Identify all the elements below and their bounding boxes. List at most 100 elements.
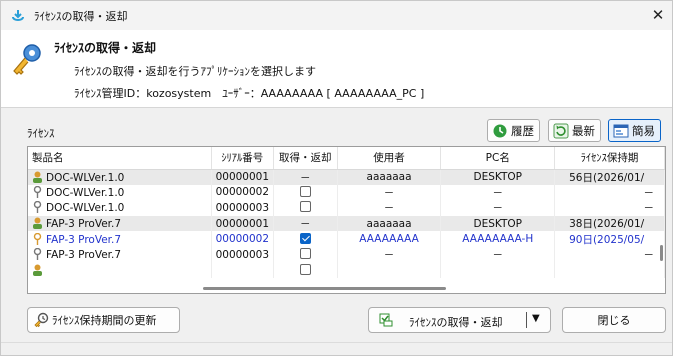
simple-view-button[interactable]: 簡易 [608,119,661,142]
serial-cell: 00000003 [211,246,274,263]
product-cell: FAP-3 ProVer.7 [28,215,212,232]
serial-cell: 00000001 [211,169,274,185]
action-cell[interactable] [273,262,338,279]
pc-cell: AAAAAAAA-H [440,231,556,247]
table-row[interactable]: DOC-WLVer.1.0 00000002 － － － [28,184,665,201]
action-cell[interactable] [273,184,338,201]
pc-cell: DESKTOP [440,215,556,232]
license-section-label: ﾗｲｾﾝｽ [27,127,55,140]
product-name: DOC-WLVer.1.0 [46,171,125,184]
product-cell: DOC-WLVer.1.0 [28,184,212,201]
product-name: FAP-3 ProVer.7 [46,233,122,246]
product-cell: FAP-3 ProVer.7 [28,246,212,263]
serial-cell: 00000002 [211,231,274,247]
pc-cell [440,262,556,279]
user-cell: － [337,184,442,201]
column-header-retention[interactable]: ﾗｲｾﾝｽ保持期 [554,147,665,170]
person-icon [33,171,42,183]
renew-key-icon [34,312,49,328]
retention-cell: 56日(2026/01/ [554,169,665,185]
table-header-row: 製品名 ｼﾘｱﾙ番号 取得・返却 使用者 PC名 ﾗｲｾﾝｽ保持期 [28,147,665,170]
acquire-checkbox[interactable] [299,185,311,197]
product-cell [28,262,212,279]
footer-divider [1,342,672,343]
table-row[interactable]: DOC-WLVer.1.0 00000001 － aaaaaaa DESKTOP… [28,169,665,185]
chevron-down-icon[interactable]: ▼ [532,313,540,324]
pc-cell: DESKTOP [440,169,556,185]
title-bar: ﾗｲｾﾝｽの取得・返却 ✕ [1,1,672,30]
serial-cell [211,262,274,279]
user-cell: － [337,200,442,216]
action-cell[interactable] [273,231,338,247]
renew-retention-button[interactable]: ﾗｲｾﾝｽ保持期間の更新 [27,307,180,333]
product-name: DOC-WLVer.1.0 [46,186,125,199]
product-cell: DOC-WLVer.1.0 [28,200,212,216]
person-icon [33,217,42,230]
close-label: 閉じる [597,314,631,327]
close-window-icon[interactable]: ✕ [644,1,672,30]
table-row[interactable]: FAP-3 ProVer.7 00000001 － aaaaaaa DESKTO… [28,215,665,232]
serial-cell: 00000002 [211,184,274,201]
pc-cell: － [440,246,556,263]
product-name: DOC-WLVer.1.0 [46,202,125,215]
column-header-serial[interactable]: ｼﾘｱﾙ番号 [211,147,274,170]
action-cell: － [273,169,338,185]
acquire-return-label: ﾗｲｾﾝｽの取得・返却 [409,316,503,329]
user-cell [337,262,442,279]
column-header-pc[interactable]: PC名 [440,147,556,170]
serial-cell: 00000001 [211,215,274,232]
history-button[interactable]: 履歴 [487,119,540,142]
close-button[interactable]: 閉じる [562,307,666,333]
dialog-header: ﾗｲｾﾝｽの取得・返却 ﾗｲｾﾝｽの取得・返却を行うｱﾌﾟﾘｹｰｼｮﾝを選択しま… [1,30,672,108]
simple-view-label: 簡易 [632,123,655,138]
acquire-checkbox[interactable] [299,201,311,213]
retention-cell [554,262,665,279]
license-table: 製品名 ｼﾘｱﾙ番号 取得・返却 使用者 PC名 ﾗｲｾﾝｽ保持期 DOC-WL… [27,146,666,294]
action-cell[interactable] [273,246,338,263]
product-name: FAP-3 ProVer.7 [46,249,122,262]
window-title: ﾗｲｾﾝｽの取得・返却 [34,10,128,23]
person-icon [33,264,42,276]
key-small-icon [33,232,42,245]
user-cell: aaaaaaa [337,215,442,232]
user-cell: aaaaaaa [337,169,442,185]
horizontal-scrollbar[interactable] [203,287,446,290]
key-small-icon [33,201,42,214]
table-row-partial[interactable] [28,262,665,279]
simple-view-icon [613,124,629,137]
column-header-user[interactable]: 使用者 [337,147,442,170]
refresh-button[interactable]: 最新 [548,119,601,142]
license-dialog: ﾗｲｾﾝｽの取得・返却 ✕ ﾗｲｾﾝｽの取得・返却 ﾗｲｾﾝｽの取得・返却を行う… [0,0,673,356]
acquire-checkbox-checked[interactable] [299,232,311,244]
action-cell: － [273,215,338,232]
retention-cell: 38日(2026/01/ [554,215,665,232]
refresh-label: 最新 [572,123,595,138]
refresh-icon [553,123,569,138]
retention-cell: － [554,184,665,201]
header-description: ﾗｲｾﾝｽの取得・返却を行うｱﾌﾟﾘｹｰｼｮﾝを選択します [74,65,316,78]
history-icon [493,124,507,137]
renew-retention-label: ﾗｲｾﾝｽ保持期間の更新 [52,314,157,327]
table-row-selected[interactable]: FAP-3 ProVer.7 00000002 AAAAAAAA AAAAAAA… [28,231,665,247]
key-icon [13,44,41,75]
table-row[interactable]: DOC-WLVer.1.0 00000003 － － － [28,200,665,216]
pc-cell: － [440,184,556,201]
vertical-scrollbar[interactable] [660,245,663,261]
acquire-return-button[interactable]: ﾗｲｾﾝｽの取得・返却 ▼ [368,307,551,333]
acquire-checkbox[interactable] [299,263,311,275]
app-icon [12,10,24,21]
product-name: FAP-3 ProVer.7 [46,218,122,231]
column-header-action[interactable]: 取得・返却 [273,147,338,170]
key-small-icon [33,248,42,261]
table-row[interactable]: FAP-3 ProVer.7 00000003 － － － [28,246,665,263]
header-title: ﾗｲｾﾝｽの取得・返却 [54,41,157,55]
action-cell[interactable] [273,200,338,216]
history-label: 履歴 [511,123,534,138]
acquire-checkbox[interactable] [299,248,311,260]
product-cell: DOC-WLVer.1.0 [28,169,212,185]
column-header-product[interactable]: 製品名 [28,147,212,170]
acquire-return-icon [379,313,393,327]
serial-cell: 00000003 [211,200,274,216]
product-cell: FAP-3 ProVer.7 [28,231,212,247]
user-cell: AAAAAAAA [337,231,442,247]
